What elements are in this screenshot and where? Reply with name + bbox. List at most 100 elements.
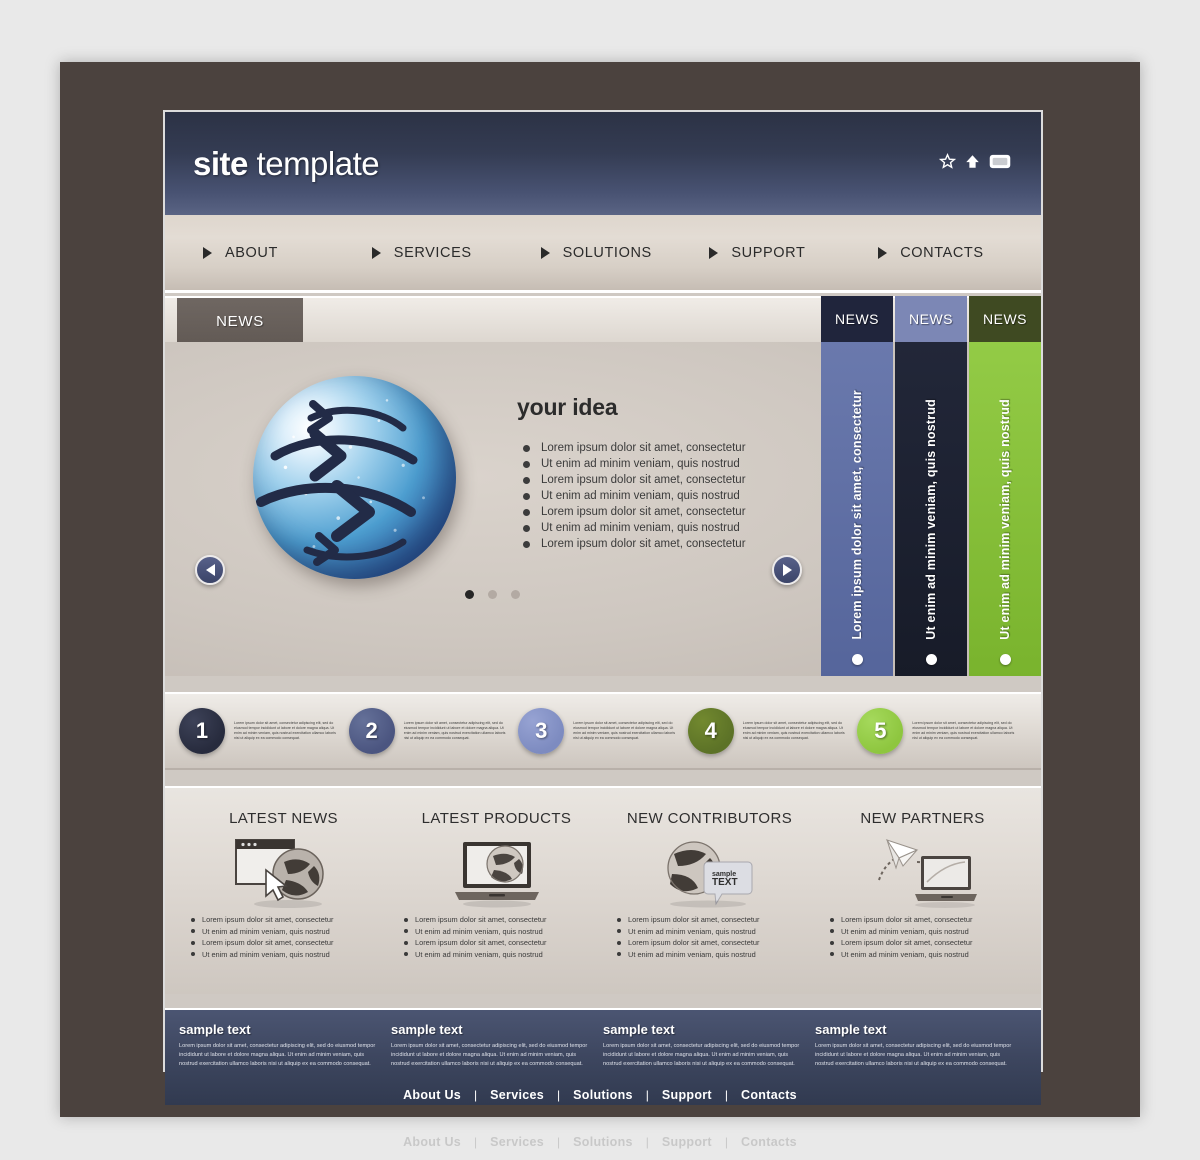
features-section: LATEST NEWS Lorem ipsum dolor sit amet, … [165, 786, 1041, 994]
slider-dot-2[interactable] [488, 590, 497, 599]
feature-bullet-item: Lorem ipsum dolor sit amet, consectetur [191, 915, 390, 924]
nav-item-contacts[interactable]: CONTACTS [856, 245, 1025, 261]
feature-bullet-list: Lorem ipsum dolor sit amet, consectetur … [603, 915, 816, 961]
bullet-dot-icon [523, 476, 530, 484]
star-icon[interactable] [938, 152, 957, 175]
vertical-news-tab-label: NEWS [909, 311, 953, 327]
bullet-dot-icon [617, 917, 621, 922]
step-number-badge[interactable]: 4 [687, 708, 734, 754]
feature-bullet-item: Ut enim ad minim veniam, quis nostrud [830, 927, 1029, 936]
feature-bullet-text: Lorem ipsum dolor sit amet, consectetur [841, 938, 973, 947]
chevron-right-icon [782, 564, 792, 576]
chevron-left-icon [205, 564, 215, 576]
hero-bullet-item: Ut enim ad minim veniam, quis nostrud [523, 490, 853, 502]
vertical-news-panel-2[interactable]: NEWS Ut enim ad minim veniam, quis nostr… [895, 296, 967, 676]
footer-link-support[interactable]: Support [662, 1088, 712, 1102]
nav-label: SOLUTIONS [562, 244, 652, 261]
bullet-dot-icon [523, 524, 530, 532]
vertical-news-tab-label: NEWS [835, 311, 879, 327]
feature-bullet-text: Lorem ipsum dolor sit amet, consectetur [841, 915, 973, 924]
footer-link-contacts[interactable]: Contacts [741, 1088, 797, 1102]
footer-panel-body: Lorem ipsum dolor sit amet, consectetur … [391, 1043, 588, 1068]
bullet-dot-icon [191, 952, 195, 956]
feature-title: NEW PARTNERS [860, 810, 985, 827]
vertical-news-dot-icon[interactable] [851, 654, 863, 665]
bullet-dot-icon [404, 940, 408, 945]
step-number-badge[interactable]: 1 [179, 708, 225, 754]
browser-globe-cursor-icon [226, 833, 342, 911]
step-number-badge[interactable]: 3 [518, 708, 565, 754]
reflection-link-services: Services [490, 1135, 544, 1149]
step-number-badge[interactable]: 5 [857, 708, 904, 754]
slider-dot-1[interactable] [465, 590, 474, 599]
vertical-news-dot-icon[interactable] [925, 654, 937, 665]
hero-bullet-item: Lorem ipsum dolor sit amet, consectetur [523, 474, 853, 486]
feature-bullet-item: Lorem ipsum dolor sit amet, consectetur [830, 938, 1029, 947]
footer-separator: | [474, 1087, 478, 1102]
globe-speech-bubble-icon: sample TEXT [652, 833, 768, 911]
triangle-bullet-icon [709, 246, 719, 259]
hero-bullet-text: Lorem ipsum dolor sit amet, consectetur [541, 538, 746, 550]
vertical-news-panels: NEWS Lorem ipsum dolor sit amet, consect… [821, 296, 1041, 676]
feature-title: NEW CONTRIBUTORS [626, 810, 793, 827]
footer-panel-body: Lorem ipsum dolor sit amet, consectetur … [179, 1043, 376, 1068]
vertical-news-tab-label: NEWS [983, 311, 1027, 327]
reflection-separator: | [474, 1135, 478, 1149]
vertical-news-tab-3[interactable]: NEWS [969, 296, 1041, 342]
nav-label: SUPPORT [731, 244, 806, 261]
vertical-news-panel-1[interactable]: NEWS Lorem ipsum dolor sit amet, consect… [821, 296, 893, 676]
vertical-news-body-2: Ut enim ad minim veniam, quis nostrud [895, 342, 967, 676]
feature-bullet-list: Lorem ipsum dolor sit amet, consectetur … [816, 915, 1029, 961]
feature-bullet-item: Ut enim ad minim veniam, quis nostrud [617, 927, 816, 936]
nav-item-about[interactable]: ABOUT [181, 245, 350, 261]
site-logo[interactable]: site template [193, 145, 380, 183]
bullet-dot-icon [191, 917, 195, 922]
step-item-5: 5 Lorem ipsum dolor sit amet, consectetu… [857, 708, 1027, 754]
feature-bullet-text: Ut enim ad minim veniam, quis nostrud [841, 926, 969, 936]
hero-bullet-list: Lorem ipsum dolor sit amet, consectetur … [523, 442, 853, 554]
vertical-news-text: Ut enim ad minim veniam, quis nostrud [924, 399, 938, 640]
reflection-separator: | [557, 1135, 561, 1149]
footer-link-about-us[interactable]: About Us [403, 1088, 461, 1102]
nav-item-solutions[interactable]: SOLUTIONS [519, 245, 688, 261]
vertical-news-dot-icon[interactable] [999, 654, 1011, 665]
step-description: Lorem ipsum dolor sit amet, consectetur … [403, 720, 506, 741]
step-number-badge[interactable]: 2 [348, 708, 395, 754]
hero-bullet-item: Lorem ipsum dolor sit amet, consectetur [523, 442, 853, 454]
bullet-dot-icon [404, 929, 408, 933]
slider-prev-button[interactable] [195, 555, 225, 585]
feature-bullet-text: Ut enim ad minim veniam, quis nostrud [415, 949, 543, 959]
paper-plane-laptop-icon [865, 833, 981, 911]
nav-item-services[interactable]: SERVICES [350, 245, 519, 261]
feature-bullet-item: Ut enim ad minim veniam, quis nostrud [830, 950, 1029, 959]
slider-dot-3[interactable] [511, 590, 520, 599]
feature-new-contributors: NEW CONTRIBUTORS sample TEXT Lorem ipsum… [603, 810, 816, 984]
slider-pagination [465, 590, 520, 599]
site-header: site template [165, 112, 1041, 215]
main-navigation: ABOUT SERVICES SOLUTIONS SUPPORT CONTACT… [165, 215, 1041, 293]
vertical-news-tab-2[interactable]: NEWS [895, 296, 967, 342]
feature-bullet-item: Lorem ipsum dolor sit amet, consectetur [191, 938, 390, 947]
feature-bullet-item: Lorem ipsum dolor sit amet, consectetur [617, 915, 816, 924]
vertical-news-text: Lorem ipsum dolor sit amet, consectetur [850, 390, 864, 640]
hero-tab-news[interactable]: NEWS [177, 298, 303, 344]
window-icon[interactable] [989, 154, 1011, 174]
nav-label: ABOUT [225, 244, 278, 261]
globe-arrows-icon [256, 400, 418, 566]
step-description: Lorem ipsum dolor sit amet, consectetur … [573, 720, 676, 741]
feature-bullet-text: Lorem ipsum dolor sit amet, consectetur [628, 915, 760, 924]
vertical-news-tab-1[interactable]: NEWS [821, 296, 893, 342]
bullet-dot-icon [830, 929, 834, 933]
feature-bullet-item: Lorem ipsum dolor sit amet, consectetur [830, 915, 1029, 924]
step-item-2: 2 Lorem ipsum dolor sit amet, consectetu… [348, 708, 519, 754]
nav-item-support[interactable]: SUPPORT [687, 245, 856, 261]
home-icon[interactable] [965, 153, 980, 175]
footer-link-solutions[interactable]: Solutions [573, 1088, 633, 1102]
slider-next-button[interactable] [772, 555, 802, 585]
vertical-news-panel-3[interactable]: NEWS Ut enim ad minim veniam, quis nostr… [969, 296, 1041, 676]
feature-bullet-text: Ut enim ad minim veniam, quis nostrud [628, 949, 756, 959]
nav-label: SERVICES [393, 244, 472, 261]
bullet-dot-icon [191, 929, 195, 933]
footer-link-services[interactable]: Services [490, 1088, 544, 1102]
footer-panel-title: sample text [603, 1022, 675, 1037]
